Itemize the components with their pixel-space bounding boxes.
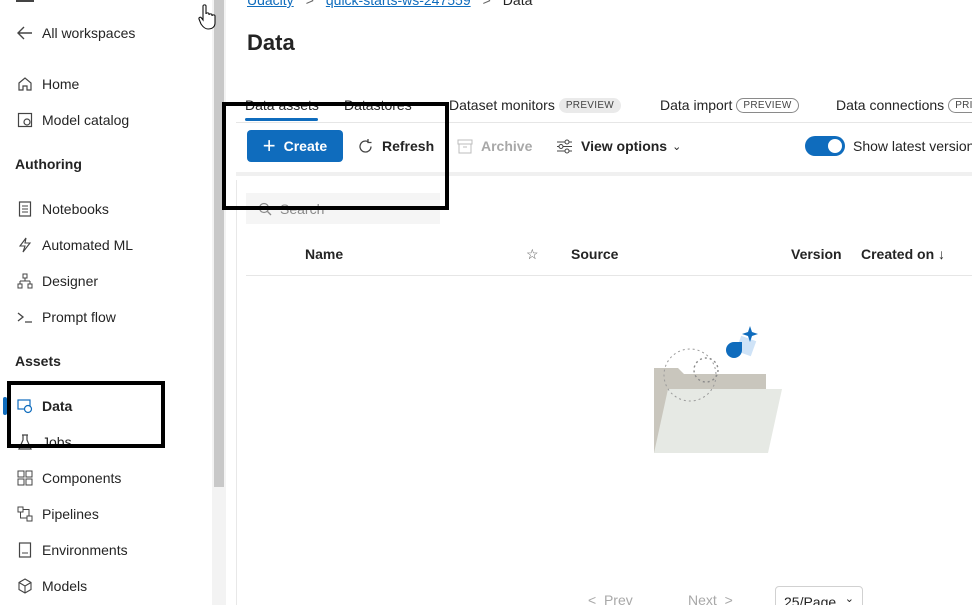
pipelines-icon [16,505,34,523]
chevron-right-icon: > [482,0,491,8]
breadcrumb-workspace[interactable]: quick-starts-ws-247559 [326,0,471,8]
next-label: Next [688,592,717,605]
notebook-icon [16,200,34,218]
next-page-button[interactable]: Next > [688,592,733,605]
sidebar-item-environments[interactable]: Environments [16,538,128,562]
main-content: Udacity > quick-starts-ws-247559 > Data Data… [226,0,972,605]
preview-badge: PREVIEW [736,97,799,113]
preview-badge: PREVIEW [558,97,622,113]
archive-label: Archive [481,138,533,154]
prompt-flow-icon [16,308,34,326]
authoring-heading: Authoring [15,156,82,172]
assets-heading: Assets [15,353,61,369]
show-latest-label: Show latest version [853,138,972,154]
highlight-box-create [222,102,449,210]
chevron-right-icon: > [305,0,314,8]
table-panel [236,180,972,605]
arrow-left-icon [16,24,34,42]
components-icon [16,469,34,487]
sidebar-scrollbar[interactable] [212,0,226,605]
sidebar-item-models[interactable]: Models [16,574,87,598]
tab-label: Data import [660,97,733,113]
sidebar-item-label: Components [42,470,122,486]
left-nav: All workspaces Home Model catalog Author… [0,0,212,605]
sidebar-item-label: Model catalog [42,112,130,128]
favorite-star-icon[interactable]: ☆ [526,246,539,263]
sidebar-item-prompt-flow[interactable]: Prompt flow [16,305,116,329]
sidebar-item-model-catalog[interactable]: Model catalog [16,108,129,132]
sidebar-item-label: Prompt flow [42,309,116,325]
show-latest-toggle[interactable] [805,136,845,156]
page-size-value: 25/Page [784,594,837,605]
column-header-version[interactable]: Version [791,246,842,262]
hamburger-icon[interactable] [16,0,34,2]
page-title: Data [247,30,295,55]
tab-label: Data connections [836,97,945,113]
page-size-select[interactable]: 25/Page ⌄ [775,586,863,605]
tab-dataset-monitors[interactable]: Dataset monitors PREVIEW [449,90,622,120]
sidebar-item-label: Models [42,578,88,594]
sidebar-item-label: Designer [42,273,99,289]
designer-icon [16,272,34,290]
tab-data-import[interactable]: Data import PREVIEW [660,90,799,120]
sidebar-item-label: Automated ML [42,237,134,253]
tab-label: Dataset monitors [449,97,555,113]
sidebar-item-home[interactable]: Home [16,72,79,96]
highlight-box-data [7,381,165,448]
column-header-source[interactable]: Source [571,246,618,262]
home-icon [16,75,34,93]
sidebar-item-label: Notebooks [42,201,109,217]
automl-icon [16,236,34,254]
hand-cursor-icon [198,4,216,35]
tab-data-connections[interactable]: Data connections PRI [836,90,972,120]
all-workspaces-label: All workspaces [42,25,136,41]
environments-icon [16,541,34,559]
catalog-icon [16,111,34,129]
sidebar-item-label: Pipelines [42,506,99,522]
scrollbar-thumb[interactable] [214,0,224,487]
breadcrumb-current: Data [502,0,533,8]
sidebar-item-pipelines[interactable]: Pipelines [16,502,99,526]
sidebar-item-notebooks[interactable]: Notebooks [16,197,109,221]
chevron-down-icon: ⌄ [844,593,854,605]
table-header-divider [246,275,972,276]
chevron-left-icon: < [588,592,597,605]
sliders-icon [556,139,573,154]
archive-icon [457,139,473,154]
toggle-knob [828,139,842,153]
prev-page-button[interactable]: < Prev [588,592,633,605]
sidebar-item-components[interactable]: Components [16,466,121,490]
models-icon [16,577,34,595]
empty-folder-illustration [650,322,790,462]
preview-badge: PRI [948,97,972,113]
column-header-created-on[interactable]: Created on ↓ [861,246,945,262]
all-workspaces-link[interactable]: All workspaces [16,21,135,45]
breadcrumb-workspace-root[interactable]: Udacity [247,0,294,8]
view-options-label: View options [581,138,668,154]
sidebar-item-label: Home [42,76,80,92]
sidebar-item-automated-ml[interactable]: Automated ML [16,233,133,257]
prev-label: Prev [603,592,633,605]
chevron-right-icon: > [724,592,733,605]
chevron-down-icon: ⌄ [672,140,682,153]
column-header-name[interactable]: Name [305,246,343,262]
sidebar-item-label: Environments [42,542,128,558]
sidebar-item-designer[interactable]: Designer [16,269,98,293]
breadcrumb: Udacity > quick-starts-ws-247559 > Data [247,0,532,8]
archive-button[interactable]: Archive [457,130,532,162]
view-options-button[interactable]: View options ⌄ [556,130,681,162]
